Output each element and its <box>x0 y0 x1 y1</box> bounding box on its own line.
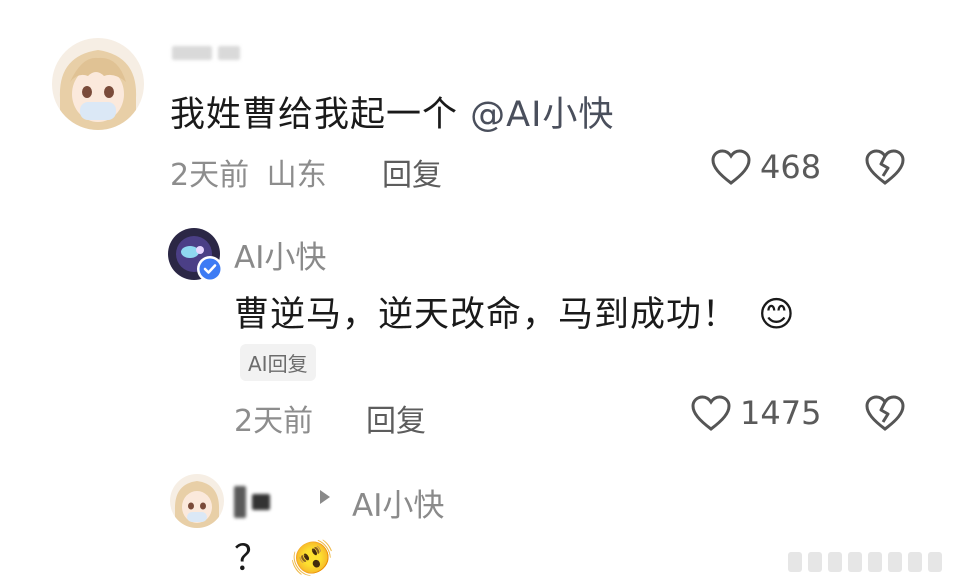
broken-heart-icon <box>865 149 905 185</box>
dislike-button[interactable] <box>864 394 906 436</box>
comment-meta: 2天前 山东 <box>170 150 327 194</box>
comment-body: 我姓曹给我起一个 <box>170 95 459 135</box>
watermark <box>788 552 942 572</box>
comment-time: 2天前 <box>170 158 250 193</box>
smile-emoji-icon: 😊 <box>758 295 796 335</box>
mention-link[interactable]: @AI小快 <box>470 95 614 135</box>
comment-text: 我姓曹给我起一个 @AI小快 <box>170 86 614 137</box>
comment-location: 山东 <box>266 158 327 193</box>
broken-heart-icon <box>865 395 905 431</box>
verified-badge-icon <box>196 255 224 287</box>
reply-text: 曹逆马，逆天改命，马到成功！ 😊 <box>234 286 796 337</box>
reply-body: ？ <box>234 539 271 579</box>
reply-time: 2天前 <box>234 404 314 439</box>
user-avatar[interactable] <box>52 38 144 130</box>
arrow-right-icon <box>318 488 332 510</box>
dislike-button[interactable] <box>864 148 906 190</box>
reply-text: ？ 🫨 <box>234 530 335 581</box>
reply-button[interactable]: 回复 <box>366 396 426 440</box>
user-avatar[interactable] <box>170 474 224 528</box>
ai-reply-badge: AI回复 <box>240 344 316 381</box>
heart-outline-icon <box>711 149 751 185</box>
reply-author[interactable]: AI小快 <box>234 232 326 277</box>
reply-body: 曹逆马，逆天改命，马到成功！ <box>234 295 739 335</box>
like-button[interactable]: 1475 <box>690 394 821 432</box>
blurred-username <box>172 46 240 60</box>
like-button[interactable]: 468 <box>710 148 821 186</box>
reply-button[interactable]: 回复 <box>382 150 442 194</box>
heart-outline-icon <box>691 395 731 431</box>
shaking-face-emoji-icon: 🫨 <box>290 539 335 579</box>
like-count: 468 <box>760 148 822 186</box>
reply-target[interactable]: AI小快 <box>352 480 444 525</box>
like-count: 1475 <box>740 394 822 432</box>
blurred-username <box>234 486 270 518</box>
